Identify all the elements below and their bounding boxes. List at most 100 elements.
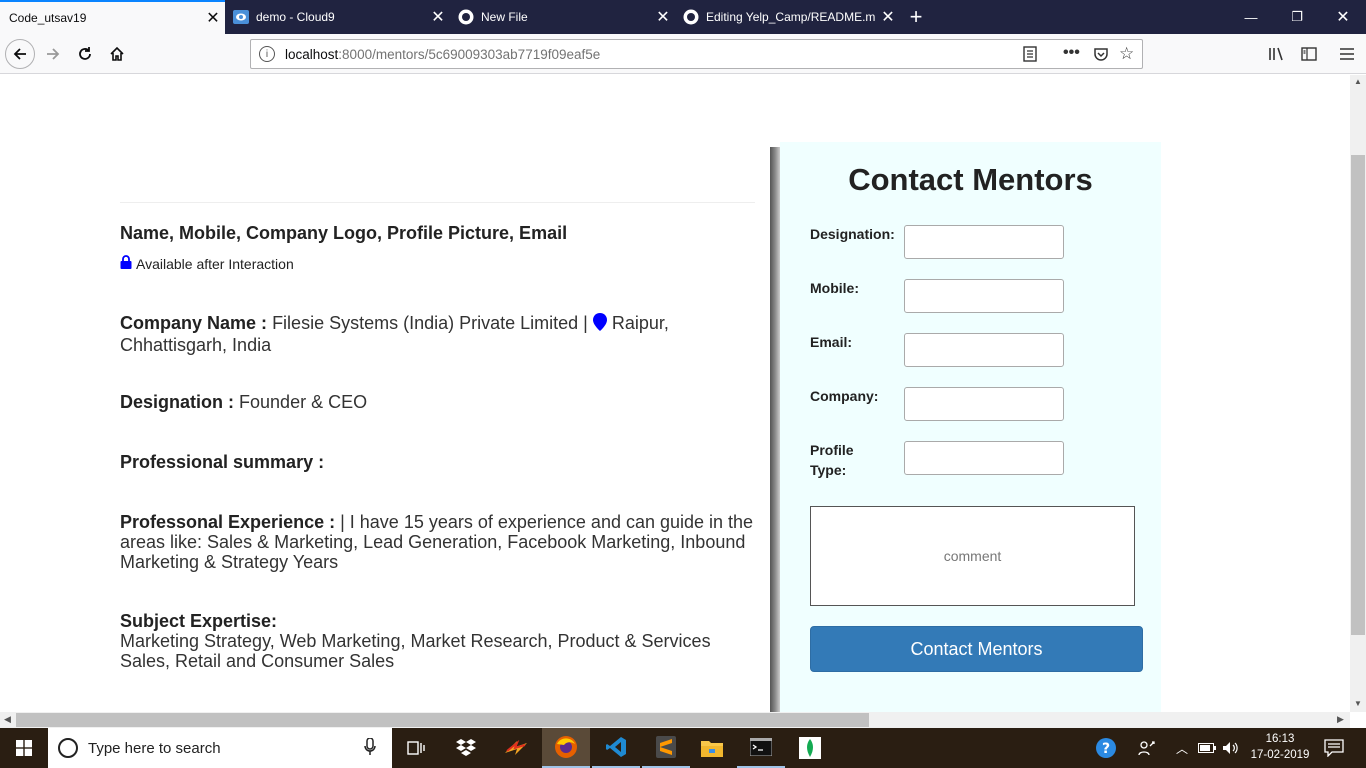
tab-label: Editing Yelp_Camp/README.m <box>706 10 876 24</box>
horizontal-scroll-thumb[interactable] <box>16 713 869 727</box>
windows-start-icon[interactable] <box>0 728 48 768</box>
designation-field: Designation : Founder & CEO <box>120 392 760 412</box>
sidebar-icon[interactable] <box>1294 39 1324 69</box>
forward-arrow-icon <box>47 48 60 60</box>
volume-icon[interactable] <box>1220 728 1242 768</box>
tab-label: New File <box>481 10 528 24</box>
company-input-label: Company: <box>810 388 879 404</box>
vertical-scrollbar[interactable]: ▲ ▼ <box>1350 75 1366 712</box>
notification-center-icon[interactable] <box>1320 728 1348 768</box>
taskbar-search-box[interactable]: Type here to search <box>48 728 392 768</box>
battery-icon[interactable] <box>1196 728 1218 768</box>
info-icon[interactable]: i <box>259 46 275 62</box>
clock-time: 16:13 <box>1265 733 1295 745</box>
profile-type-label-line-2: Type: <box>810 462 847 478</box>
vscode-icon[interactable] <box>592 728 640 768</box>
horizontal-scrollbar[interactable]: ◀ ▶ <box>0 712 1350 728</box>
close-icon[interactable]: ✕ <box>201 8 225 28</box>
people-icon[interactable] <box>1134 728 1160 768</box>
close-icon[interactable]: ✕ <box>651 7 675 27</box>
back-button[interactable] <box>5 39 35 69</box>
contact-mentors-button[interactable]: Contact Mentors <box>810 626 1143 672</box>
tab-bar: Code_utsav19 ✕ demo - Cloud9 ✕ New File … <box>0 0 1366 34</box>
close-icon[interactable]: ✕ <box>426 7 450 27</box>
designation-label: Designation : <box>120 392 235 412</box>
experience-line-1: | I have 15 years of experience and can … <box>340 512 754 532</box>
window-close-icon[interactable]: ✕ <box>1320 0 1366 34</box>
profile-type-input[interactable] <box>904 441 1064 475</box>
svg-text:?: ? <box>1102 741 1110 757</box>
tab-new-file[interactable]: New File ✕ <box>450 0 675 34</box>
tab-editing-readme[interactable]: Editing Yelp_Camp/README.m ✕ <box>675 0 900 34</box>
taskbar-search-placeholder: Type here to search <box>88 739 221 757</box>
comment-textarea[interactable]: comment <box>810 506 1135 606</box>
designation-input[interactable] <box>904 225 1064 259</box>
url-bar[interactable]: i localhost:8000/mentors/5c69009303ab771… <box>250 39 1143 69</box>
command-prompt-icon[interactable] <box>737 728 785 768</box>
minimize-icon[interactable]: — <box>1228 0 1274 34</box>
email-input-label: Email: <box>810 334 853 350</box>
reload-icon <box>79 47 91 60</box>
tab-label: demo - Cloud9 <box>256 10 335 24</box>
scroll-up-icon[interactable]: ▲ <box>1354 77 1362 86</box>
menu-hamburger-icon[interactable] <box>1332 39 1362 69</box>
availability-note: Available after Interaction <box>120 255 294 272</box>
company-value: Filesie Systems (India) Private Limited … <box>272 313 588 333</box>
company-input[interactable] <box>904 387 1064 421</box>
availability-text: Available after Interaction <box>136 255 294 272</box>
profile-type-input-label: Profile Type: <box>810 440 900 480</box>
contact-panel: Contact Mentors Designation: Mobile: Ema… <box>780 142 1161 712</box>
navigation-bar: i localhost:8000/mentors/5c69009303ab771… <box>0 34 1366 74</box>
expertise-field: Subject Expertise: Marketing Strategy, W… <box>120 611 760 671</box>
contact-panel-title: Contact Mentors <box>848 162 1093 197</box>
forward-button[interactable] <box>38 39 68 69</box>
location-pin-icon <box>592 313 607 335</box>
email-input[interactable] <box>904 333 1064 367</box>
sketch-app-icon[interactable] <box>492 728 540 768</box>
comment-placeholder: comment <box>943 548 1002 564</box>
mongodb-compass-icon[interactable] <box>786 728 834 768</box>
location-state: Chhattisgarh, India <box>120 335 272 355</box>
tab-cloud9[interactable]: demo - Cloud9 ✕ <box>225 0 450 34</box>
reload-button[interactable] <box>70 39 100 69</box>
tab-code-utsav19[interactable]: Code_utsav19 ✕ <box>0 0 225 34</box>
more-actions-icon[interactable]: ••• <box>1063 44 1080 62</box>
summary-label: Professional summary : <box>120 452 325 472</box>
scroll-right-icon[interactable]: ▶ <box>1337 714 1344 725</box>
file-explorer-icon[interactable] <box>688 728 736 768</box>
microphone-icon[interactable] <box>364 737 376 761</box>
hidden-fields-heading: Name, Mobile, Company Logo, Profile Pict… <box>120 223 568 243</box>
dropbox-icon[interactable] <box>442 728 490 768</box>
location-city: Raipur, <box>611 313 669 333</box>
library-icon[interactable] <box>1262 39 1292 69</box>
restore-icon[interactable]: ❐ <box>1274 0 1320 34</box>
expertise-line-2: Sales, Retail and Consumer Sales <box>120 651 395 671</box>
profile-type-label-line-1: Profile <box>810 442 854 458</box>
lock-icon <box>120 255 132 272</box>
pocket-icon[interactable] <box>1093 46 1109 65</box>
system-clock[interactable]: 16:13 17-02-2019 <box>1245 731 1315 763</box>
summary-field: Professional summary : <box>120 452 760 472</box>
designation-value: Founder & CEO <box>239 392 368 412</box>
new-tab-button[interactable]: + <box>903 0 929 34</box>
scroll-down-icon[interactable]: ▼ <box>1354 699 1362 708</box>
home-button[interactable] <box>102 39 132 69</box>
mobile-input[interactable] <box>904 279 1064 313</box>
reader-view-icon[interactable] <box>1023 46 1037 65</box>
vertical-scroll-thumb[interactable] <box>1351 155 1365 635</box>
scroll-left-icon[interactable]: ◀ <box>4 714 11 725</box>
experience-line-2: areas like: Sales & Marketing, Lead Gene… <box>120 532 746 552</box>
close-icon[interactable]: ✕ <box>876 7 900 27</box>
sublime-text-icon[interactable] <box>642 728 690 768</box>
experience-line-3: Marketing & Strategy Years <box>120 552 339 572</box>
tab-label: Code_utsav19 <box>9 11 87 25</box>
cortana-icon <box>58 738 78 758</box>
column-divider <box>770 147 780 712</box>
show-hidden-icons-chevron[interactable]: ︿ <box>1172 728 1192 768</box>
windows-taskbar: Type here to search ? ︿ 16:13 17-02-2019 <box>0 728 1366 768</box>
help-icon[interactable]: ? <box>1092 728 1120 768</box>
bookmark-star-icon[interactable]: ☆ <box>1119 44 1134 64</box>
company-label: Company Name : <box>120 313 268 333</box>
firefox-icon[interactable] <box>542 728 590 768</box>
task-view-icon[interactable] <box>392 728 440 768</box>
